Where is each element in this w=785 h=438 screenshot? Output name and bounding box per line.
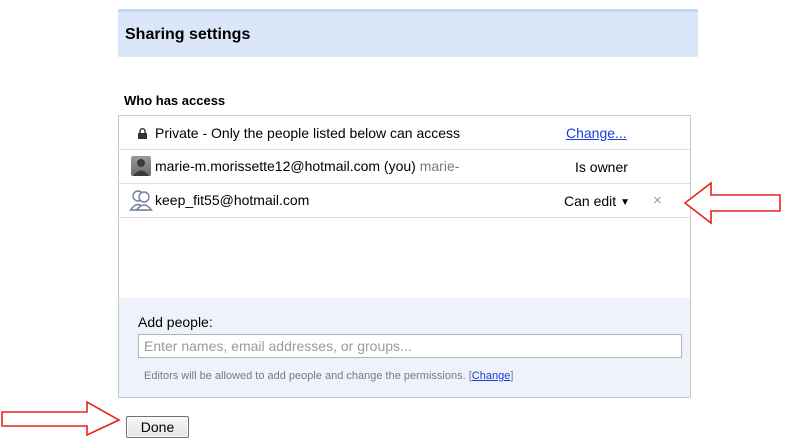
owner-role: Is owner bbox=[575, 159, 628, 175]
change-visibility-link[interactable]: Change... bbox=[566, 125, 627, 141]
permission-dropdown[interactable]: Can edit ▼ bbox=[564, 193, 630, 209]
editor-row: keep_fit55@hotmail.com Can edit ▼ × bbox=[119, 184, 690, 218]
person-outline-icon bbox=[129, 190, 153, 211]
owner-email: marie-m.morissette12@hotmail.com (you) m… bbox=[155, 158, 459, 174]
annotation-arrow-right-icon bbox=[1, 400, 121, 436]
done-button[interactable]: Done bbox=[126, 416, 189, 438]
bracket-close: ] bbox=[510, 370, 514, 382]
editors-permission-change-link[interactable]: Change bbox=[472, 370, 511, 382]
remove-person-icon[interactable]: × bbox=[653, 192, 662, 209]
add-people-label: Add people: bbox=[138, 314, 213, 330]
owner-email-text: marie-m.morissette12@hotmail.com (you) bbox=[155, 158, 416, 174]
annotation-arrow-left-icon bbox=[683, 181, 781, 225]
editors-note-text: Editors will be allowed to add people an… bbox=[144, 370, 466, 382]
lock-icon bbox=[138, 128, 147, 139]
access-panel: Private - Only the people listed below c… bbox=[118, 115, 691, 398]
owner-name-suffix: marie- bbox=[419, 158, 460, 174]
editor-email: keep_fit55@hotmail.com bbox=[155, 192, 310, 208]
visibility-text: Private - Only the people listed below c… bbox=[155, 125, 461, 141]
visibility-row: Private - Only the people listed below c… bbox=[119, 116, 690, 150]
dialog-title: Sharing settings bbox=[125, 26, 251, 43]
add-people-section: Add people: Editors will be allowed to a… bbox=[119, 298, 690, 397]
dialog-header: Sharing settings bbox=[118, 9, 698, 57]
user-avatar bbox=[131, 156, 151, 176]
owner-row: marie-m.morissette12@hotmail.com (you) m… bbox=[119, 150, 690, 184]
add-people-input[interactable] bbox=[138, 334, 682, 358]
who-has-access-heading: Who has access bbox=[124, 93, 226, 108]
permission-label: Can edit bbox=[564, 193, 617, 209]
editors-note: Editors will be allowed to add people an… bbox=[144, 370, 513, 382]
caret-down-icon: ▼ bbox=[620, 197, 631, 208]
